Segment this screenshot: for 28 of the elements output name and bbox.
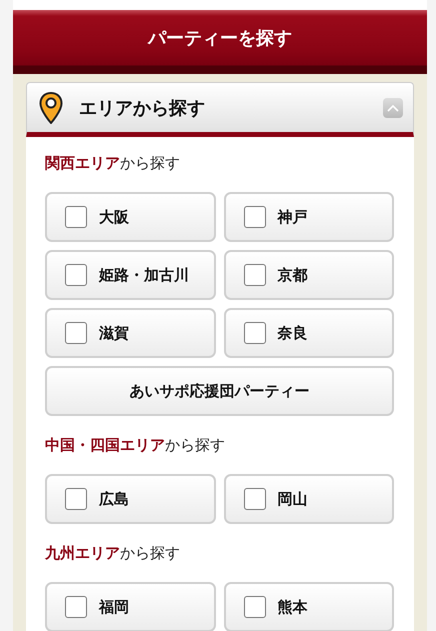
area-option-button[interactable]: 京都 xyxy=(224,250,394,300)
section-heading: 中国・四国エリアから探す xyxy=(45,435,226,456)
area-option-button[interactable]: 姫路・加古川 xyxy=(45,250,216,300)
checkbox[interactable] xyxy=(244,206,266,228)
section-heading: 関西エリアから探す xyxy=(45,153,181,174)
area-option-button[interactable]: 広島 xyxy=(45,474,216,524)
area-option-button[interactable]: 大阪 xyxy=(45,192,216,242)
checkbox[interactable] xyxy=(244,596,266,618)
party-button[interactable]: あいサポ応援団パーティー xyxy=(45,366,394,416)
area-option-button[interactable]: 滋賀 xyxy=(45,308,216,358)
checkbox[interactable] xyxy=(65,596,87,618)
checkbox[interactable] xyxy=(244,322,266,344)
section-heading: 九州エリアから探す xyxy=(45,543,181,564)
checkbox[interactable] xyxy=(65,264,87,286)
checkbox[interactable] xyxy=(244,264,266,286)
chevron-icon xyxy=(386,102,400,112)
page-header: パーティーを探す xyxy=(13,10,427,74)
checkbox[interactable] xyxy=(244,488,266,510)
checkbox[interactable] xyxy=(65,488,87,510)
area-option-button[interactable]: 岡山 xyxy=(224,474,394,524)
area-option-button[interactable]: 奈良 xyxy=(224,308,394,358)
area-option-button[interactable]: 熊本 xyxy=(224,582,394,631)
panel-title: エリアから探す xyxy=(79,96,206,120)
location-pin-icon xyxy=(39,92,63,124)
area-option-button[interactable]: 福岡 xyxy=(45,582,216,631)
area-option-button[interactable]: 神戸 xyxy=(224,192,394,242)
checkbox[interactable] xyxy=(65,322,87,344)
checkbox[interactable] xyxy=(65,206,87,228)
